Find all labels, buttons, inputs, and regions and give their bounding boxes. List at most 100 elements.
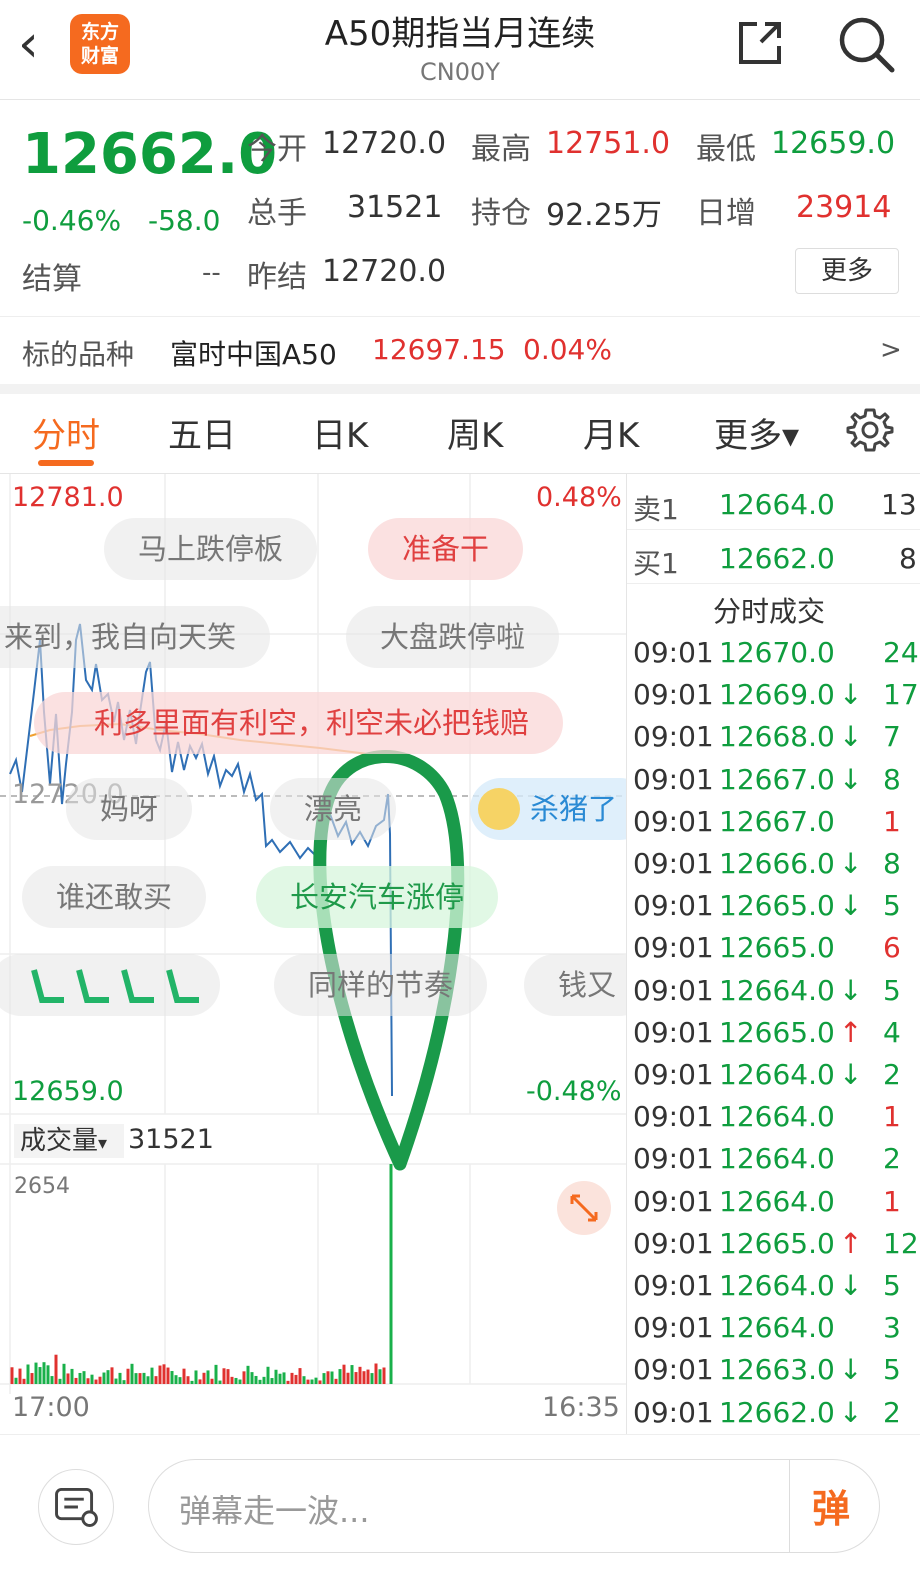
share-icon[interactable] <box>735 18 785 68</box>
trade-direction-icon: ↓ <box>839 847 863 880</box>
trade-direction-icon: ↓ <box>839 889 863 923</box>
trade-row: 09:01 12665.0 ↓ 5 <box>627 885 920 927</box>
trade-price: 12668.0 <box>719 720 835 754</box>
trade-row: 09:01 12664.0 ↓ 2 <box>627 1054 920 1096</box>
more-quote-button[interactable]: 更多 <box>795 248 899 294</box>
trade-qty: 12 <box>883 1226 919 1260</box>
trade-qty: 8 <box>883 762 901 796</box>
back-icon[interactable]: ‹ <box>18 18 58 74</box>
trade-row: 09:01 12664.0 ↓ 5 <box>627 970 920 1012</box>
underlying-name: 富时中国A50 <box>170 338 337 371</box>
trade-time: 09:01 <box>633 1395 714 1429</box>
underlying-label: 标的品种 <box>22 338 135 371</box>
intraday-chart[interactable]: 12781.0 0.48% 12659.0 -0.48% 12720.0 成交量… <box>0 474 626 1434</box>
page-title: A50期指当月连续 <box>324 14 596 54</box>
trade-row: 09:01 12664.0 1 <box>627 1096 920 1138</box>
active-tab-indicator <box>38 460 94 466</box>
trade-row: 09:01 12670.0 24 <box>627 632 920 674</box>
trade-row: 09:01 12664.0 3 <box>627 1307 920 1349</box>
danmu-toggle-label: 弹 <box>812 1487 851 1531</box>
trade-time: 09:01 <box>633 1269 714 1302</box>
trade-price: 12664.0 <box>719 1058 835 1091</box>
trade-row: 09:01 12668.0 ↓ 7 <box>627 716 920 758</box>
trade-price: 12664.0 <box>719 973 835 1007</box>
tab-weekly-k[interactable]: 周K <box>447 408 503 457</box>
trade-price: 12664.0 <box>719 1311 835 1345</box>
trade-direction-icon: ↓ <box>839 1353 863 1387</box>
bid-price: 12662.0 <box>719 542 835 575</box>
change-amount: -58.0 <box>148 204 221 237</box>
logo-line-2: 财富 <box>80 45 119 67</box>
section-divider <box>0 384 920 394</box>
search-icon[interactable] <box>836 14 896 74</box>
trade-qty: 17 <box>883 678 919 712</box>
prev-settlement-label: 昨结 <box>247 260 307 295</box>
chart-tabs: 分时 五日 日K 周K 月K 更多▾ <box>0 394 920 474</box>
trade-qty: 5 <box>883 1269 901 1302</box>
tab-daily-k[interactable]: 日K <box>312 408 368 457</box>
trade-direction-icon: ↓ <box>839 720 863 754</box>
trade-qty: 6 <box>883 931 901 965</box>
volume-total: 31521 <box>128 1124 214 1155</box>
gear-icon[interactable] <box>846 406 894 454</box>
trade-row: 09:01 12665.0 ↑ 12 <box>627 1223 920 1265</box>
trade-direction-icon: ↓ <box>839 678 863 712</box>
tab-monthly-k[interactable]: 月K <box>583 408 639 457</box>
trade-row: 09:01 12666.0 ↓ 8 <box>627 843 920 885</box>
trade-price: 12663.0 <box>719 1353 835 1387</box>
trade-time: 09:01 <box>633 847 714 880</box>
prev-settlement-value: 12720.0 <box>322 254 447 289</box>
trade-row: 09:01 12665.0 ↑ 4 <box>627 1012 920 1054</box>
trade-price: 12665.0 <box>719 1226 835 1260</box>
tab-intraday[interactable]: 分时 <box>32 408 100 457</box>
app-logo: 东方 财富 <box>70 14 130 74</box>
trade-row: 09:01 12669.0 ↓ 17 <box>627 674 920 716</box>
trade-time: 09:01 <box>633 931 714 965</box>
trade-qty: 8 <box>883 847 901 880</box>
trade-row: 09:01 12663.0 ↓ 5 <box>627 1349 920 1391</box>
underlying-row[interactable]: 标的品种 富时中国A50 12697.15 0.04% > <box>0 316 920 384</box>
volume-max: 2654 <box>14 1174 70 1199</box>
trade-qty: 2 <box>883 1058 901 1091</box>
chevron-down-icon: ▾ <box>98 1133 108 1154</box>
trade-time: 09:01 <box>633 1311 714 1345</box>
tab-more[interactable]: 更多▾ <box>714 408 799 457</box>
danmu-bullet <box>0 954 220 1016</box>
trade-row: 09:01 12665.0 6 <box>627 927 920 969</box>
trade-price: 12666.0 <box>719 847 835 880</box>
trade-time: 09:01 <box>633 889 714 923</box>
change-percent: -0.46% <box>22 204 122 237</box>
trade-time: 09:01 <box>633 1015 714 1049</box>
trade-time: 09:01 <box>633 762 714 796</box>
volume-selector[interactable]: 成交量▾ <box>14 1124 124 1158</box>
danmu-toggle-button[interactable]: 弹 <box>789 1460 881 1552</box>
trade-price: 12665.0 <box>719 889 835 923</box>
falling-lines-icon <box>31 969 199 1003</box>
comments-icon[interactable] <box>38 1469 114 1545</box>
trade-row: 09:01 12664.0 2 <box>627 1138 920 1180</box>
trade-qty: 1 <box>883 1100 901 1134</box>
trade-direction-icon: ↑ <box>839 1015 863 1049</box>
tab-five-day[interactable]: 五日 <box>168 408 236 457</box>
cow-avatar-icon <box>478 788 520 830</box>
trade-price: 12662.0 <box>719 1395 835 1429</box>
trade-qty: 7 <box>883 720 901 754</box>
high-label: 最高 <box>471 132 531 167</box>
order-book-panel[interactable]: 卖1 12664.0 13 买1 12662.0 8 分时成交 09:01 126… <box>626 474 920 1434</box>
trade-time: 09:01 <box>633 1226 714 1260</box>
chevron-right-icon: > <box>880 335 902 365</box>
trade-qty: 2 <box>883 1142 901 1176</box>
trade-direction-icon: ↓ <box>839 1395 863 1429</box>
trade-time: 09:01 <box>633 1100 714 1134</box>
danmu-input[interactable]: 弹幕走一波... 弹 <box>148 1459 880 1553</box>
trade-row: 09:01 12664.0 1 <box>627 1181 920 1223</box>
fullscreen-icon[interactable] <box>556 1180 612 1236</box>
trade-direction-icon: ↓ <box>839 973 863 1007</box>
settlement-value: -- <box>202 258 221 288</box>
volume-label: 总手 <box>247 196 307 231</box>
danmu-input-placeholder: 弹幕走一波... <box>179 1492 370 1530</box>
low-value: 12659.0 <box>771 126 896 161</box>
open-interest-label: 持仓 <box>471 196 531 231</box>
chart-top-percent: 0.48% <box>536 482 622 513</box>
settlement-label: 结算 <box>22 262 82 297</box>
